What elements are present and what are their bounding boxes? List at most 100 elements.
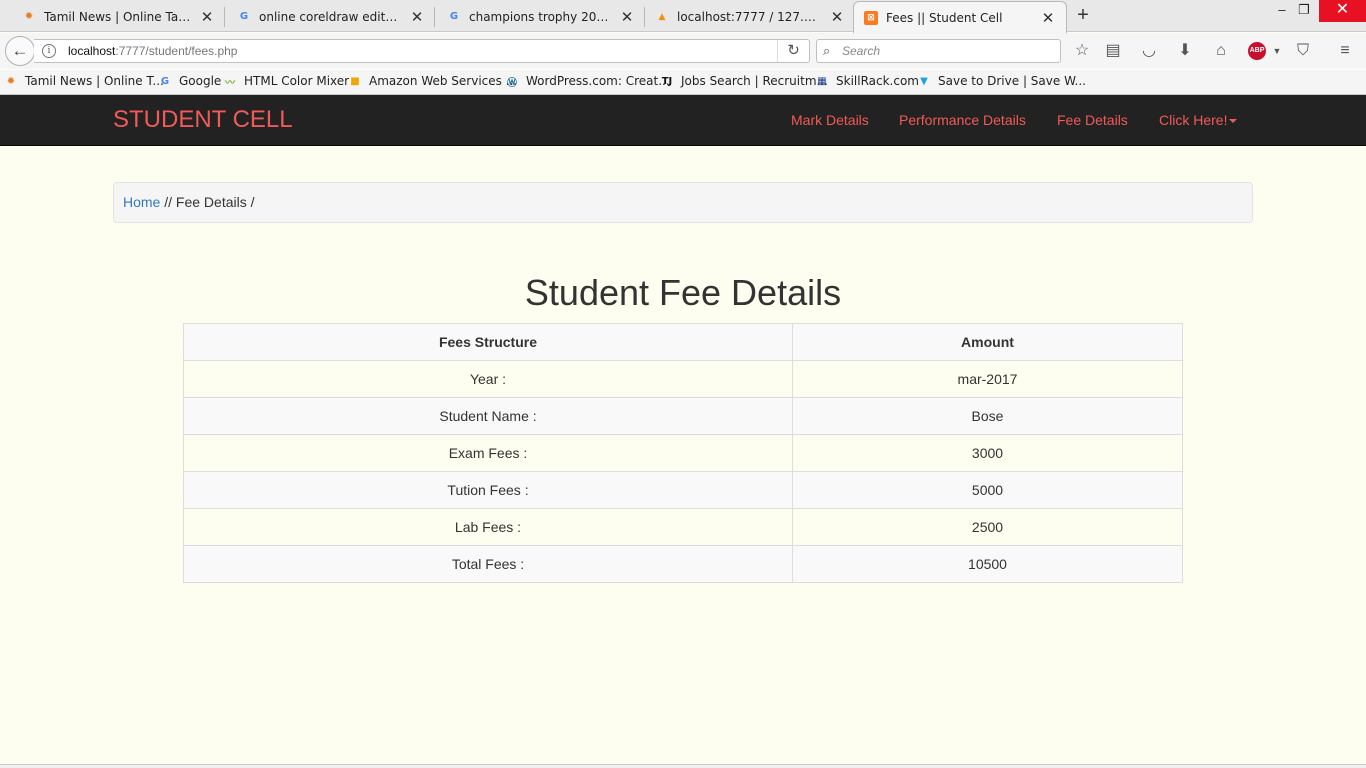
brand-logo[interactable]: STUDENT CELL bbox=[113, 106, 293, 134]
tab-title: localhost:7777 / 127.0.0.1 |... bbox=[677, 9, 823, 24]
browser-tab[interactable]: G champions trophy 2017 liv... ✕ bbox=[435, 1, 645, 32]
close-icon[interactable]: ✕ bbox=[409, 9, 425, 25]
close-icon[interactable]: ✕ bbox=[1040, 10, 1056, 26]
pocket-icon[interactable]: ◡ bbox=[1138, 41, 1160, 61]
table-row: Lab Fees : 2500 bbox=[183, 508, 1183, 546]
restore-button[interactable]: ❐ bbox=[1284, 0, 1324, 22]
fee-label: Total Fees : bbox=[183, 545, 793, 583]
table-row: Year : mar-2017 bbox=[183, 360, 1183, 398]
fee-table: Fees Structure Amount Year : mar-2017 St… bbox=[183, 323, 1183, 583]
new-tab-button[interactable]: + bbox=[1072, 5, 1094, 27]
google-icon: G bbox=[239, 11, 249, 22]
close-icon[interactable]: ✕ bbox=[199, 9, 215, 25]
bookmark-label: HTML Color Mixer bbox=[244, 74, 350, 88]
browser-tab[interactable]: ✹ Tamil News | Online Tamil... ✕ bbox=[0, 1, 225, 32]
browser-toolbar: ← i localhost:7777/student/fees.php ↻ ⌕ … bbox=[0, 33, 1366, 69]
tab-title: online coreldraw editor fre... bbox=[259, 9, 403, 24]
bookmark-item[interactable]: ■ Amazon Web Services ... bbox=[348, 74, 517, 88]
table-row: Tution Fees : 5000 bbox=[183, 471, 1183, 509]
bookmark-label: SkillRack.com bbox=[836, 74, 919, 88]
breadcrumb-home-link[interactable]: Home bbox=[123, 194, 160, 210]
bookmark-item[interactable]: ▼ Save to Drive | Save W... bbox=[917, 74, 1086, 88]
nav-mark-details[interactable]: Mark Details bbox=[791, 112, 869, 128]
bookmark-item[interactable]: 〰 HTML Color Mixer bbox=[223, 74, 350, 89]
fee-amount: 2500 bbox=[792, 508, 1183, 546]
bookmark-label: Tamil News | Online T... bbox=[25, 74, 164, 88]
search-placeholder: Search bbox=[842, 44, 881, 58]
browser-tab[interactable]: G online coreldraw editor fre... ✕ bbox=[225, 1, 435, 32]
fee-label: Tution Fees : bbox=[183, 471, 793, 509]
fee-label: Lab Fees : bbox=[183, 508, 793, 546]
adblock-icon[interactable]: ABP bbox=[1248, 42, 1266, 60]
bookmark-star-icon[interactable]: ☆ bbox=[1071, 41, 1093, 61]
close-icon[interactable]: ✕ bbox=[619, 9, 635, 25]
nav-click-here-label: Click Here! bbox=[1159, 112, 1228, 128]
breadcrumb: Home // Fee Details / bbox=[113, 182, 1253, 223]
reload-icon[interactable]: ↻ bbox=[777, 40, 809, 62]
address-bar[interactable]: i localhost:7777/student/fees.php ↻ bbox=[34, 39, 810, 63]
bookmark-label: Save to Drive | Save W... bbox=[938, 74, 1086, 88]
status-strip bbox=[0, 764, 1366, 768]
fee-label: Year : bbox=[183, 360, 793, 398]
xampp-icon: ⊠ bbox=[864, 10, 878, 25]
table-row: Total Fees : 10500 bbox=[183, 545, 1183, 583]
column-header-amount: Amount bbox=[792, 323, 1183, 361]
search-input[interactable]: ⌕ Search bbox=[816, 39, 1061, 63]
close-window-button[interactable]: ✕ bbox=[1319, 0, 1366, 22]
google-icon: G bbox=[449, 11, 459, 22]
tab-title: Fees || Student Cell bbox=[886, 10, 1003, 25]
url-host: localhost bbox=[68, 44, 116, 58]
tab-strip: ✹ Tamil News | Online Tamil... ✕ G onlin… bbox=[0, 0, 1366, 33]
nav-performance-details[interactable]: Performance Details bbox=[899, 112, 1026, 128]
tab-title: Tamil News | Online Tamil... bbox=[44, 9, 193, 24]
back-button[interactable]: ← bbox=[5, 36, 35, 66]
url-text: localhost:7777/student/fees.php bbox=[68, 40, 237, 62]
fee-amount: Bose bbox=[792, 397, 1183, 435]
breadcrumb-trail: // Fee Details / bbox=[160, 194, 255, 210]
bookmark-item[interactable]: TJ Jobs Search | Recruitm... bbox=[660, 74, 828, 88]
reading-list-icon[interactable]: ▤ bbox=[1102, 41, 1124, 61]
bookmark-label: Google bbox=[179, 74, 222, 88]
url-path: :7777/student/fees.php bbox=[115, 44, 238, 58]
fee-amount: 5000 bbox=[792, 471, 1183, 509]
column-header-fees-structure: Fees Structure bbox=[183, 323, 793, 361]
shield-icon[interactable]: ⛉ bbox=[1292, 41, 1314, 61]
table-row: Exam Fees : 3000 bbox=[183, 434, 1183, 472]
phpmyadmin-icon: ▲ bbox=[658, 11, 666, 22]
box-icon: ■ bbox=[350, 75, 360, 87]
bookmark-label: WordPress.com: Creat... bbox=[526, 74, 670, 88]
sun-icon: ✹ bbox=[6, 75, 16, 87]
caret-down-icon bbox=[1229, 119, 1238, 124]
menu-icon[interactable]: ≡ bbox=[1334, 41, 1356, 61]
home-icon[interactable]: ⌂ bbox=[1210, 41, 1232, 61]
table-row: Student Name : Bose bbox=[183, 397, 1183, 435]
info-icon[interactable]: i bbox=[42, 44, 56, 58]
chevron-down-icon[interactable]: ▼ bbox=[1266, 41, 1288, 61]
search-icon: ⌕ bbox=[823, 43, 831, 58]
skillrack-icon: ▦ bbox=[817, 75, 827, 87]
browser-tab-active[interactable]: ⊠ Fees || Student Cell ✕ bbox=[853, 1, 1067, 33]
download-icon[interactable]: ⬇ bbox=[1174, 41, 1196, 61]
tab-title: champions trophy 2017 liv... bbox=[469, 9, 613, 24]
bookmark-item[interactable]: Ⓦ WordPress.com: Creat... bbox=[505, 74, 670, 89]
fee-label: Student Name : bbox=[183, 397, 793, 435]
browser-tab[interactable]: ▲ localhost:7777 / 127.0.0.1 |... ✕ bbox=[645, 1, 855, 32]
drive-icon: ▼ bbox=[920, 75, 928, 87]
fee-amount: 10500 bbox=[792, 545, 1183, 583]
fee-label: Exam Fees : bbox=[183, 434, 793, 472]
site-navbar: STUDENT CELL Mark Details Performance De… bbox=[0, 95, 1366, 146]
fee-amount: 3000 bbox=[792, 434, 1183, 472]
bookmark-label: Jobs Search | Recruitm... bbox=[681, 74, 828, 88]
nav-fee-details[interactable]: Fee Details bbox=[1057, 112, 1128, 128]
wordpress-icon: Ⓦ bbox=[507, 77, 517, 89]
close-icon[interactable]: ✕ bbox=[829, 9, 845, 25]
bookmark-item[interactable]: G Google bbox=[158, 74, 221, 88]
fee-amount: mar-2017 bbox=[792, 360, 1183, 398]
nav-click-here-dropdown[interactable]: Click Here! bbox=[1159, 112, 1238, 128]
bookmarks-bar: ✹ Tamil News | Online T... G Google 〰 HTML … bbox=[0, 70, 1366, 95]
table-header-row: Fees Structure Amount bbox=[183, 323, 1183, 361]
tj-icon: TJ bbox=[661, 75, 673, 87]
bookmark-item[interactable]: ▦ SkillRack.com bbox=[815, 74, 919, 88]
bookmark-item[interactable]: ✹ Tamil News | Online T... bbox=[4, 74, 164, 88]
bookmark-label: Amazon Web Services ... bbox=[369, 74, 518, 88]
